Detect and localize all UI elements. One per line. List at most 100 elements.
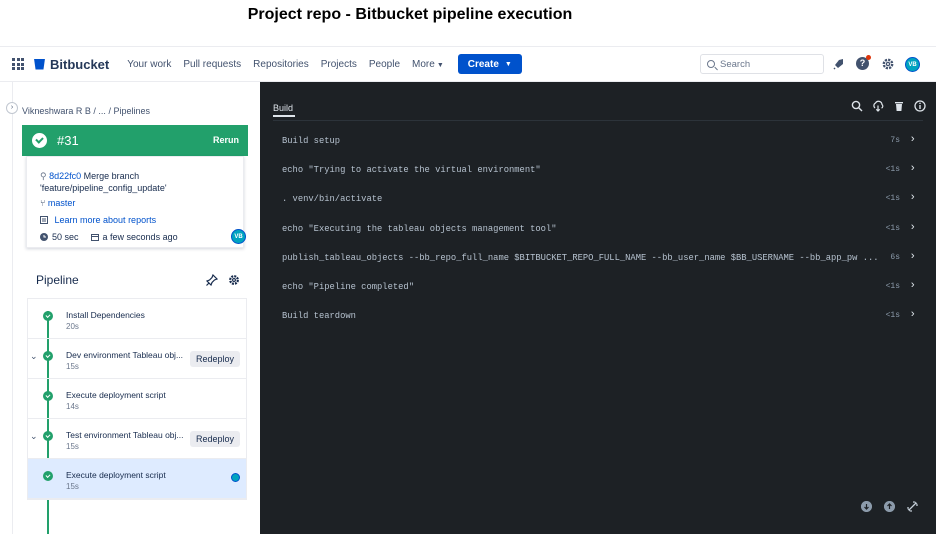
redeploy-button[interactable]: Redeploy xyxy=(190,351,241,367)
expand-sidebar-icon[interactable]: › xyxy=(6,102,18,114)
nav-pull-requests[interactable]: Pull requests xyxy=(183,59,241,70)
log-duration: 7s xyxy=(890,136,900,145)
step-install-dependencies[interactable]: Install Dependencies 20s xyxy=(28,299,246,339)
create-label: Create xyxy=(467,58,499,70)
nav-your-work[interactable]: Your work xyxy=(127,59,171,70)
report-icon xyxy=(40,216,48,224)
pipeline-title: Pipeline xyxy=(36,273,79,287)
log-steps-list: Build setup 7s › echo "Trying to activate … xyxy=(260,126,936,330)
bitbucket-logo[interactable]: Bitbucket xyxy=(34,57,109,72)
notification-badge xyxy=(866,55,871,60)
breadcrumb-ellipsis[interactable]: ... xyxy=(98,106,106,116)
step-test-environment[interactable]: ⌄ Test environment Tableau obj... 15s Re… xyxy=(28,419,246,459)
nav-repositories[interactable]: Repositories xyxy=(253,59,309,70)
app-switcher-icon[interactable] xyxy=(12,58,24,70)
log-row[interactable]: Build setup 7s › xyxy=(260,126,936,155)
chevron-right-icon[interactable]: › xyxy=(909,134,916,146)
search-icon xyxy=(707,60,715,68)
nav-projects[interactable]: Projects xyxy=(321,59,357,70)
committer-avatar[interactable]: VB xyxy=(231,229,246,244)
log-duration: <1s xyxy=(885,311,900,321)
log-row[interactable]: Build teardown <1s › xyxy=(260,301,936,330)
build-meta: 50 sec a few seconds ago VB xyxy=(40,229,246,244)
breadcrumb-user[interactable]: Vikneshwara R B xyxy=(22,106,91,116)
step-time: 15s xyxy=(66,442,79,451)
success-check-icon xyxy=(32,133,47,148)
log-row[interactable]: echo "Pipeline completed" <1s › xyxy=(260,272,936,301)
clock-icon xyxy=(40,233,48,241)
search-input[interactable]: Search xyxy=(700,54,824,74)
breadcrumb-separator: / xyxy=(93,106,96,116)
branch-link[interactable]: master xyxy=(48,198,76,208)
nav-people[interactable]: People xyxy=(369,59,400,70)
step-name: Install Dependencies xyxy=(66,310,145,320)
chevron-right-icon[interactable]: › xyxy=(909,192,916,204)
log-command: echo "Pipeline completed" xyxy=(282,281,414,292)
log-command: echo "Trying to activate the virtual env… xyxy=(282,165,541,176)
commit-hash-link[interactable]: 8d22fc0 xyxy=(49,171,81,181)
breadcrumb-separator: / xyxy=(108,106,111,116)
left-panel: › Vikneshwara R B / ... / Pipelines #31 … xyxy=(6,82,260,534)
create-button[interactable]: Create ▼ xyxy=(457,54,522,74)
log-duration: <1s xyxy=(885,194,900,204)
user-avatar[interactable]: VB xyxy=(905,57,920,72)
step-user-avatar xyxy=(231,473,240,482)
pipeline-steps: Install Dependencies 20s ⌄ Dev environme… xyxy=(27,298,247,500)
chevron-right-icon[interactable]: › xyxy=(909,309,916,321)
redeploy-button[interactable]: Redeploy xyxy=(190,431,241,447)
log-row[interactable]: . venv/bin/activate <1s › xyxy=(260,184,936,213)
nav-more[interactable]: More ▼ xyxy=(412,59,444,70)
step-execute-deployment-dev[interactable]: Execute deployment script 14s xyxy=(28,379,246,419)
chevron-down-icon[interactable]: ⌄ xyxy=(30,351,38,362)
build-duration: 50 sec xyxy=(52,232,79,242)
step-execute-deployment-test[interactable]: Execute deployment script 15s xyxy=(28,459,246,499)
chevron-right-icon[interactable]: › xyxy=(909,163,916,175)
commit-info: ⚲ 8d22fc0 Merge branch 'feature/pipeline… xyxy=(40,170,225,194)
step-success-icon xyxy=(43,431,53,441)
primary-nav: Your work Pull requests Repositories Pro… xyxy=(127,59,456,70)
step-dev-environment[interactable]: ⌄ Dev environment Tableau obj... 15s Red… xyxy=(28,339,246,379)
trash-icon[interactable] xyxy=(893,100,905,112)
learn-more-reports-link[interactable]: Learn more about reports xyxy=(55,215,157,225)
chevron-down-icon[interactable]: ⌄ xyxy=(30,431,38,442)
log-toolbar xyxy=(851,100,926,112)
branch-icon: ⑂ xyxy=(40,198,46,208)
rocket-icon[interactable] xyxy=(832,57,846,71)
download-icon[interactable] xyxy=(872,100,884,112)
log-command: echo "Executing the tableau objects mana… xyxy=(282,223,557,234)
log-command: Build teardown xyxy=(282,311,356,322)
log-command: . venv/bin/activate xyxy=(282,194,383,205)
gear-icon[interactable] xyxy=(881,57,895,71)
build-status-banner: #31 Rerun xyxy=(22,125,248,156)
step-time: 20s xyxy=(66,322,79,331)
info-icon[interactable] xyxy=(914,100,926,112)
expand-icon[interactable] xyxy=(907,501,918,512)
scroll-up-icon[interactable] xyxy=(884,501,895,512)
step-success-icon xyxy=(43,471,53,481)
chevron-down-icon: ▼ xyxy=(504,60,512,68)
log-row[interactable]: publish_tableau_objects --bb_repo_full_n… xyxy=(260,243,936,272)
nav-more-label: More xyxy=(412,58,435,70)
breadcrumb-pipelines[interactable]: Pipelines xyxy=(113,106,150,116)
pipeline-settings-gear-icon[interactable] xyxy=(228,274,240,286)
search-icon[interactable] xyxy=(851,100,863,112)
chevron-right-icon[interactable]: › xyxy=(909,222,916,234)
step-time: 14s xyxy=(66,402,79,411)
log-duration: <1s xyxy=(885,165,900,175)
tab-build[interactable]: Build xyxy=(273,103,293,113)
scroll-down-icon[interactable] xyxy=(861,501,872,512)
log-row[interactable]: echo "Executing the tableau objects mana… xyxy=(260,214,936,243)
help-icon[interactable]: ? xyxy=(856,55,871,71)
top-navigation-bar: Bitbucket Your work Pull requests Reposi… xyxy=(0,46,936,82)
step-success-icon xyxy=(43,391,53,401)
rerun-button[interactable]: Rerun xyxy=(213,135,239,145)
step-name: Test environment Tableau obj... xyxy=(66,430,184,440)
step-time: 15s xyxy=(66,362,79,371)
step-time: 15s xyxy=(66,482,79,491)
log-row[interactable]: echo "Trying to activate the virtual env… xyxy=(260,155,936,184)
chevron-right-icon[interactable]: › xyxy=(909,251,916,263)
calendar-icon xyxy=(90,234,99,241)
chevron-right-icon[interactable]: › xyxy=(909,280,916,292)
branch-info: ⑂ master xyxy=(40,198,75,208)
pin-icon[interactable] xyxy=(206,274,218,286)
